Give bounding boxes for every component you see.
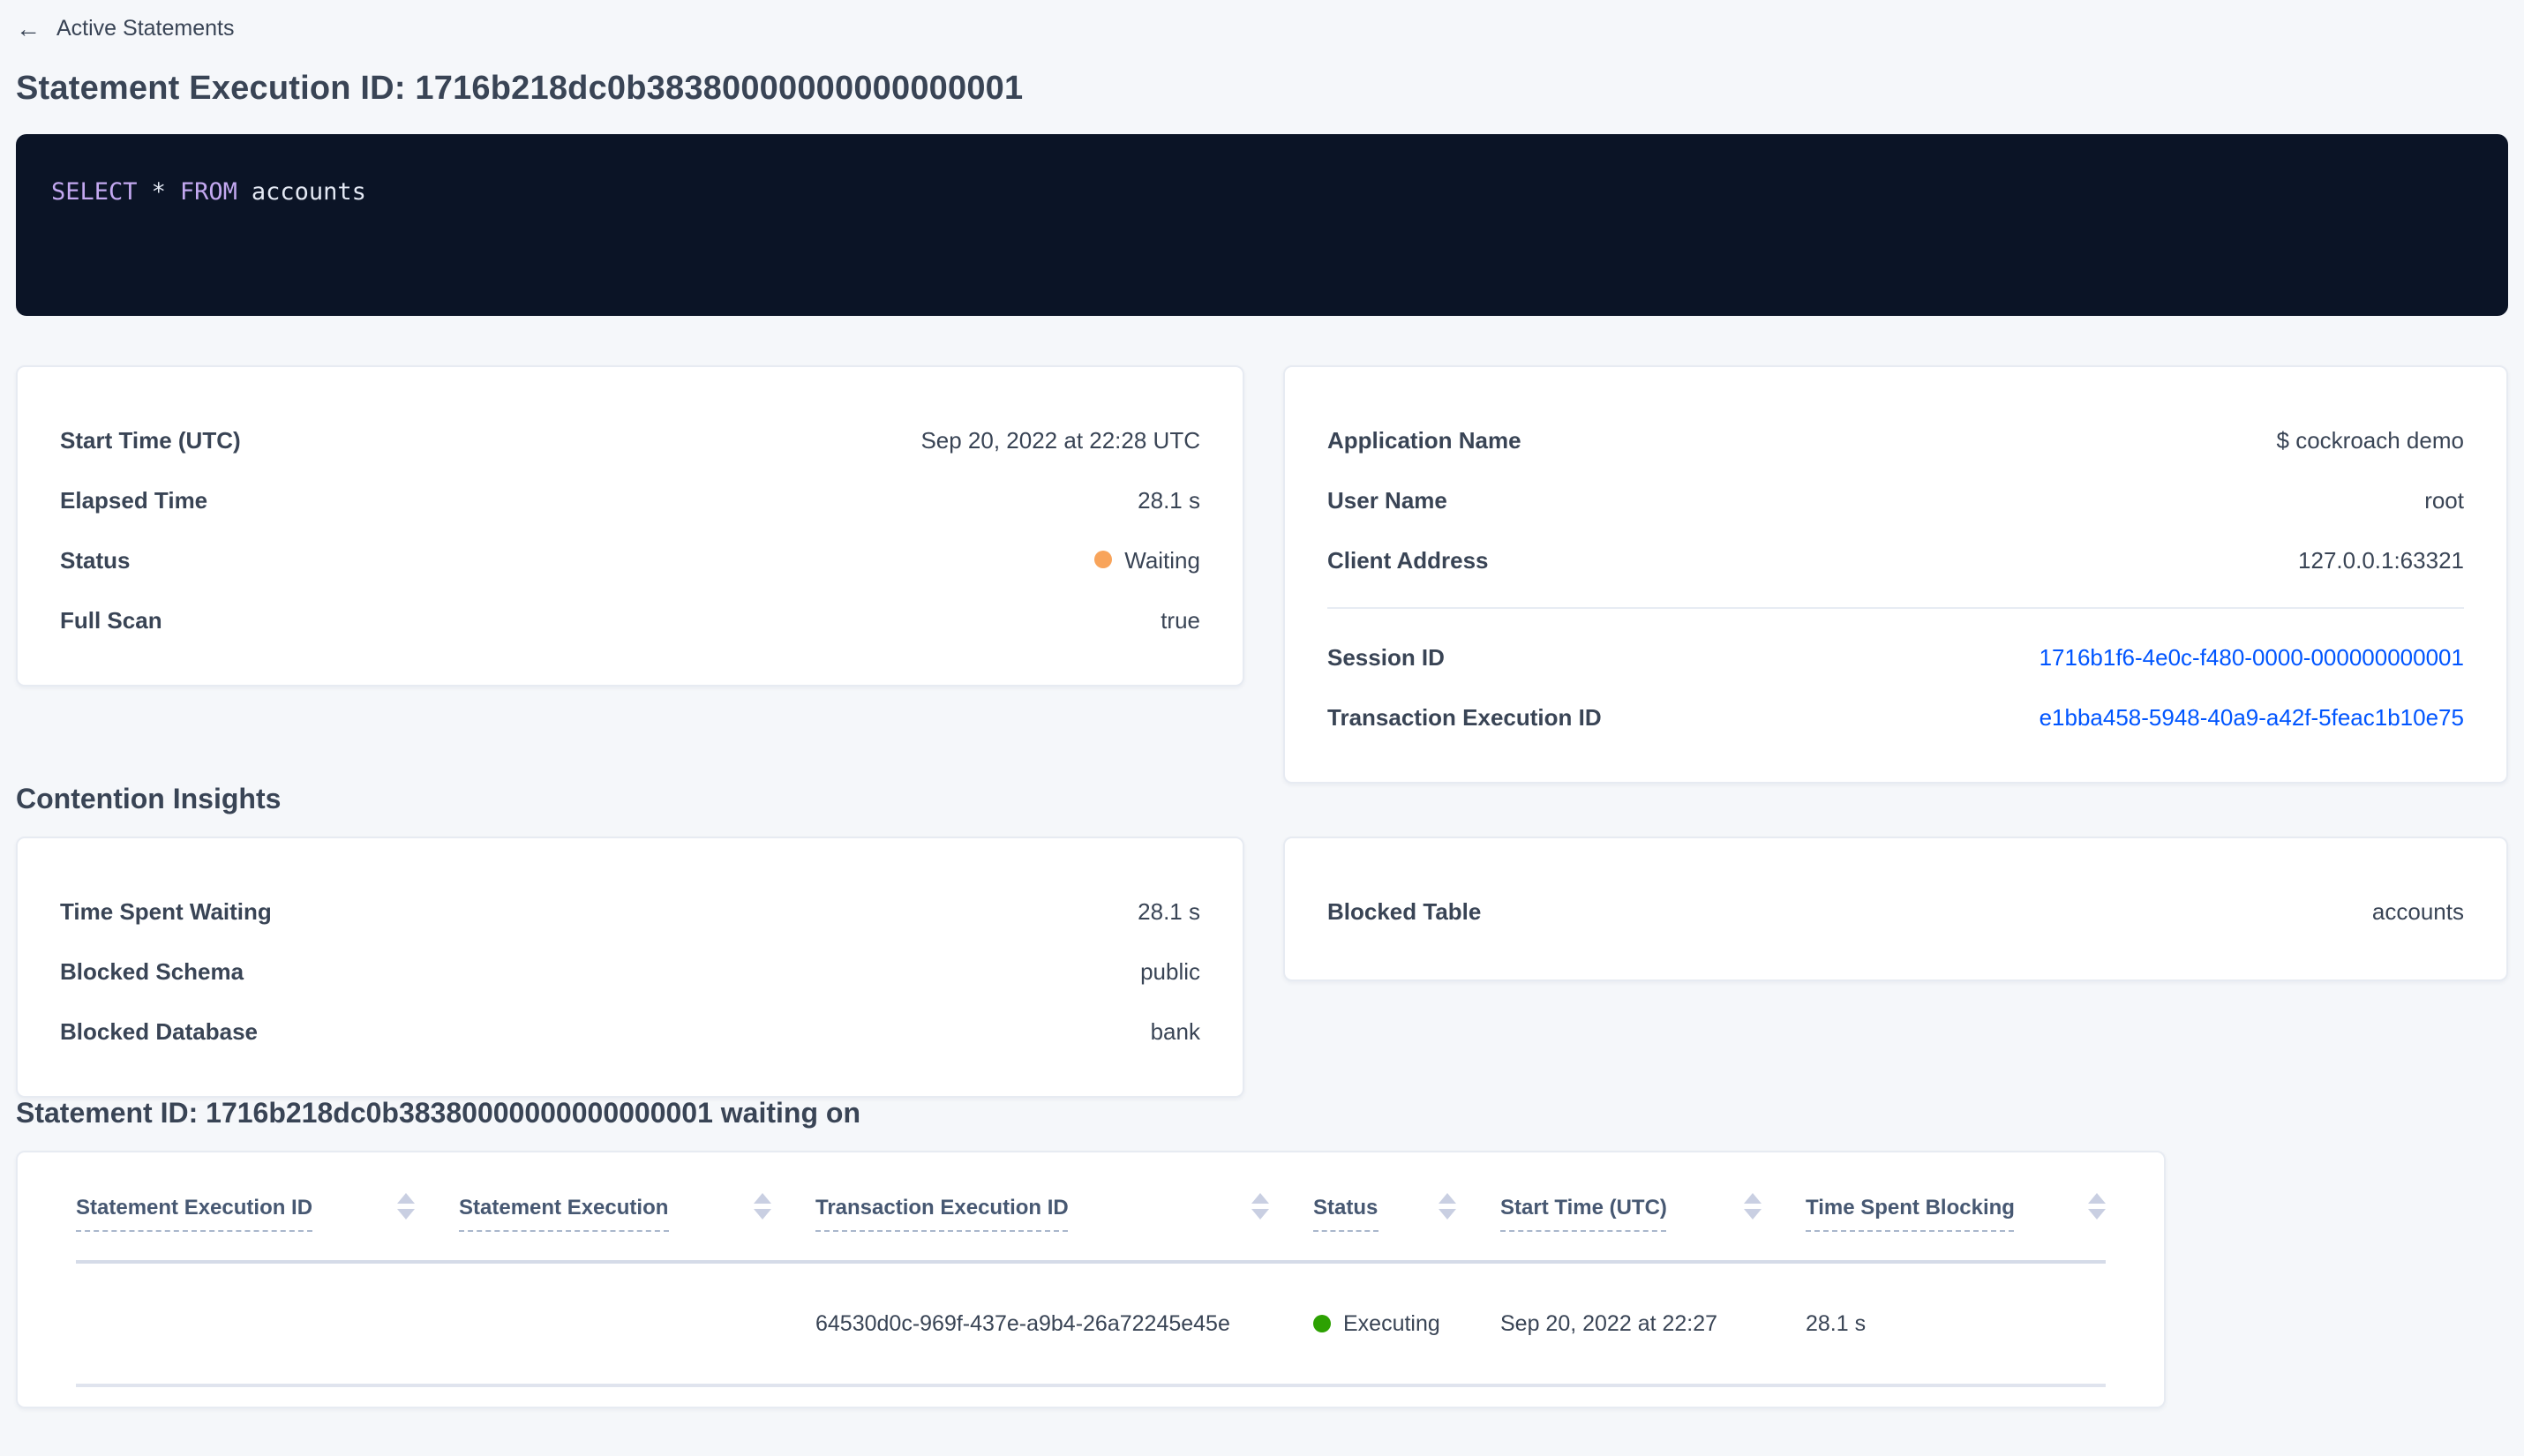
waiting-on-heading: Statement ID: 1716b218dc0b38380000000000…: [16, 1100, 860, 1130]
back-link-label: Active Statements: [56, 16, 235, 41]
info-value: bank: [1150, 1017, 1200, 1044]
info-value: 127.0.0.1:63321: [2298, 546, 2464, 573]
sql-keyword: SELECT: [51, 178, 138, 206]
info-label: Blocked Schema: [60, 957, 244, 984]
column-header-statement-execution[interactable]: Statement Execution: [459, 1152, 815, 1260]
info-row-transaction-execution-id: Transaction Execution ID e1bba458-5948-4…: [1327, 687, 2464, 747]
card-divider: [1327, 607, 2464, 609]
cell-start-time: Sep 20, 2022 at 22:27: [1500, 1311, 1718, 1336]
cell-statement-execution: [459, 1264, 815, 1384]
blocked-table-card: Blocked Table accounts: [1283, 837, 2508, 981]
info-row-blocked-schema: Blocked Schema public: [60, 941, 1200, 1001]
sql-statement-text: SELECT * FROM accounts: [51, 178, 2473, 206]
session-details-card: Application Name $ cockroach demo User N…: [1283, 365, 2508, 784]
sort-arrows-icon[interactable]: [1744, 1193, 1762, 1220]
info-value: $ cockroach demo: [2276, 426, 2464, 453]
cell-transaction-execution-id: 64530d0c-969f-437e-a9b4-26a72245e45e: [815, 1311, 1230, 1336]
status-badge: Waiting: [1124, 546, 1200, 573]
cell-time-spent-blocking: 28.1 s: [1806, 1311, 1867, 1336]
info-label: User Name: [1327, 486, 1447, 513]
info-label: Status: [60, 546, 131, 573]
sort-arrows-icon[interactable]: [1439, 1193, 1456, 1220]
table-header-row: Statement Execution ID Statement Executi…: [76, 1152, 2106, 1264]
arrow-left-icon: ←: [16, 14, 41, 42]
info-value: Sep 20, 2022 at 22:28 UTC: [920, 426, 1200, 453]
info-value: true: [1161, 606, 1200, 633]
sql-statement-box: SELECT * FROM accounts: [16, 134, 2508, 316]
status-badge: Executing: [1343, 1311, 1440, 1336]
page-title: Statement Execution ID: 1716b218dc0b3838…: [16, 71, 1024, 108]
info-value: public: [1140, 957, 1200, 984]
table-row: 64530d0c-969f-437e-a9b4-26a72245e45e Exe…: [76, 1264, 2106, 1387]
cell-status: Executing: [1313, 1264, 1500, 1384]
sort-arrows-icon[interactable]: [397, 1193, 415, 1220]
info-label: Full Scan: [60, 606, 162, 633]
info-row-start-time: Start Time (UTC) Sep 20, 2022 at 22:28 U…: [60, 409, 1200, 469]
column-header-transaction-execution-id[interactable]: Transaction Execution ID: [815, 1152, 1313, 1260]
info-value: 28.1 s: [1138, 486, 1200, 513]
info-label: Client Address: [1327, 546, 1489, 573]
info-row-elapsed-time: Elapsed Time 28.1 s: [60, 469, 1200, 529]
info-label: Application Name: [1327, 426, 1521, 453]
info-row-status: Status Waiting: [60, 529, 1200, 589]
info-value: 28.1 s: [1138, 897, 1200, 924]
info-label: Elapsed Time: [60, 486, 208, 513]
info-label: Blocked Table: [1327, 897, 1482, 924]
sort-arrows-icon[interactable]: [2088, 1193, 2106, 1220]
executing-status-dot-icon: [1313, 1315, 1331, 1332]
column-header-time-spent-blocking[interactable]: Time Spent Blocking: [1806, 1152, 2109, 1260]
page: ← Active Statements Statement Execution …: [0, 0, 2524, 1456]
info-value: root: [2424, 486, 2464, 513]
info-label: Time Spent Waiting: [60, 897, 272, 924]
sql-table-name: accounts: [251, 178, 366, 206]
back-link[interactable]: ← Active Statements: [16, 0, 235, 41]
info-row-user-name: User Name root: [1327, 469, 2464, 529]
execution-details-card: Start Time (UTC) Sep 20, 2022 at 22:28 U…: [16, 365, 1244, 687]
info-row-session-id: Session ID 1716b1f6-4e0c-f480-0000-00000…: [1327, 627, 2464, 687]
info-label: Blocked Database: [60, 1017, 258, 1044]
table-bottom-padding: [76, 1387, 2106, 1407]
column-header-statement-execution-id[interactable]: Statement Execution ID: [76, 1152, 459, 1260]
contention-insights-heading: Contention Insights: [16, 785, 282, 815]
column-header-start-time[interactable]: Start Time (UTC): [1500, 1152, 1806, 1260]
info-value: accounts: [2371, 897, 2464, 924]
info-row-full-scan: Full Scan true: [60, 589, 1200, 649]
info-label: Session ID: [1327, 643, 1445, 670]
sort-arrows-icon[interactable]: [1251, 1193, 1269, 1220]
info-label: Transaction Execution ID: [1327, 703, 1602, 730]
info-label: Start Time (UTC): [60, 426, 241, 453]
contention-details-card: Time Spent Waiting 28.1 s Blocked Schema…: [16, 837, 1244, 1098]
sql-star: *: [151, 178, 166, 206]
sql-keyword: FROM: [179, 178, 237, 206]
sort-arrows-icon[interactable]: [754, 1193, 771, 1220]
cell-statement-execution-id: [76, 1264, 459, 1384]
session-id-link[interactable]: 1716b1f6-4e0c-f480-0000-000000000001: [2039, 643, 2464, 670]
column-header-status[interactable]: Status: [1313, 1152, 1500, 1260]
info-row-blocked-database: Blocked Database bank: [60, 1001, 1200, 1061]
info-row-application-name: Application Name $ cockroach demo: [1327, 409, 2464, 469]
info-row-client-address: Client Address 127.0.0.1:63321: [1327, 529, 2464, 589]
waiting-status-dot-icon: [1094, 551, 1113, 568]
waiting-on-table: Statement Execution ID Statement Executi…: [16, 1151, 2166, 1408]
info-row-blocked-table: Blocked Table accounts: [1327, 881, 2464, 941]
info-row-time-spent-waiting: Time Spent Waiting 28.1 s: [60, 881, 1200, 941]
transaction-execution-id-link[interactable]: e1bba458-5948-40a9-a42f-5feac1b10e75: [2039, 703, 2464, 730]
